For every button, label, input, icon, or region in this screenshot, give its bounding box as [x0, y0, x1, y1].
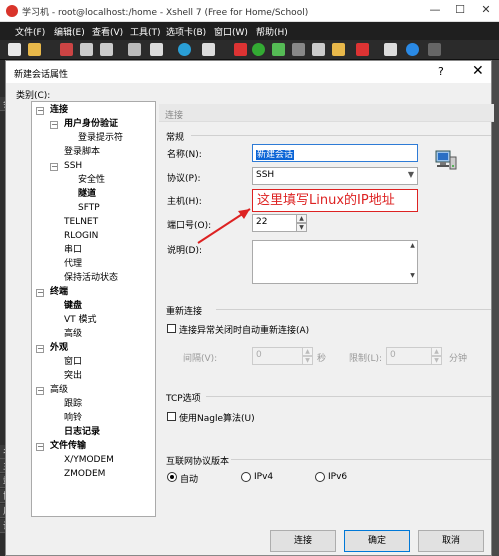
annotation-arrow-icon	[197, 208, 251, 244]
